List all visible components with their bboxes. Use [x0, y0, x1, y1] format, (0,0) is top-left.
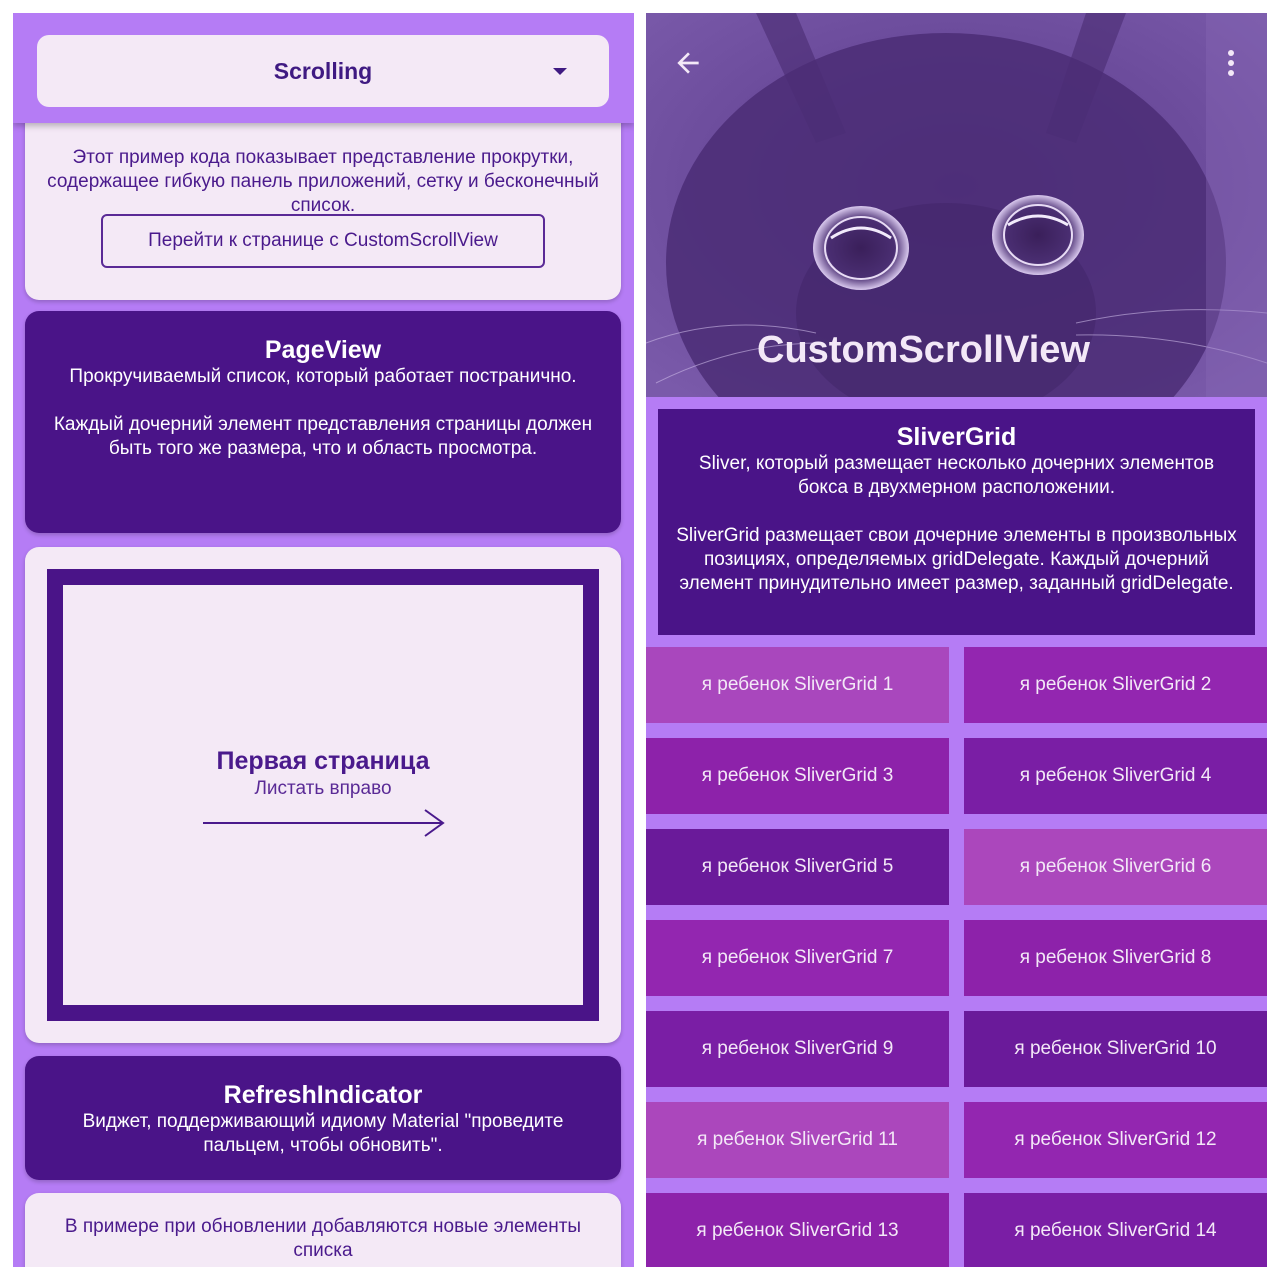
slivergrid-description: Sliver, который размещает несколько доче… — [676, 453, 1237, 594]
refresh-description: Виджет, поддерживающий идиому Material "… — [82, 1111, 564, 1156]
pageview-title: PageView — [264, 336, 382, 364]
refresh-card: RefreshIndicator Виджет, поддерживающий … — [25, 1056, 621, 1180]
grid-item[interactable]: я ребенок SliverGrid 12 — [964, 1102, 1267, 1178]
pageview-page[interactable]: Первая страница Листать вправо — [63, 585, 583, 1005]
pageview-description: Прокручиваемый список, который работает … — [53, 366, 593, 459]
slivergrid-card: SliverGrid Sliver, который размещает нес… — [658, 409, 1255, 635]
more-vert-icon[interactable] — [1223, 49, 1239, 77]
page-subtitle: Листать вправо — [254, 778, 392, 799]
grid-item[interactable]: я ребенок SliverGrid 6 — [964, 829, 1267, 905]
dropdown-label: Scrolling — [273, 57, 373, 84]
left-screen: Scrolling Этот пример кода показывает пр… — [13, 13, 634, 1267]
example-text: В примере при обновлении добавляются нов… — [64, 1216, 582, 1261]
intro-text: Этот пример кода показывает представлени… — [47, 147, 599, 216]
slivergrid-title: SliverGrid — [896, 423, 1017, 451]
section-dropdown[interactable]: Scrolling — [37, 35, 609, 107]
pageview-card: PageView Прокручиваемый список, который … — [25, 311, 621, 533]
grid-item[interactable]: я ребенок SliverGrid 9 — [646, 1011, 949, 1087]
grid-item[interactable]: я ребенок SliverGrid 13 — [646, 1193, 949, 1267]
pageview-demo-card: Первая страница Листать вправо — [25, 547, 621, 1043]
grid-item[interactable]: я ребенок SliverGrid 2 — [964, 647, 1267, 723]
grid-item[interactable]: я ребенок SliverGrid 8 — [964, 920, 1267, 996]
grid-item[interactable]: я ребенок SliverGrid 11 — [646, 1102, 949, 1178]
chevron-down-icon — [553, 68, 567, 75]
grid-item[interactable]: я ребенок SliverGrid 7 — [646, 920, 949, 996]
grid-item[interactable]: я ребенок SliverGrid 3 — [646, 738, 949, 814]
grid-item[interactable]: я ребенок SliverGrid 10 — [964, 1011, 1267, 1087]
grid-item[interactable]: я ребенок SliverGrid 5 — [646, 829, 949, 905]
app-bar: Scrolling — [13, 13, 634, 123]
open-customscrollview-button[interactable]: Перейти к странице с CustomScrollView — [101, 214, 545, 268]
grid-item[interactable]: я ребенок SliverGrid 1 — [646, 647, 949, 723]
example-card: В примере при обновлении добавляются нов… — [25, 1193, 621, 1267]
grid-item[interactable]: я ребенок SliverGrid 4 — [964, 738, 1267, 814]
arrow-right-icon — [203, 809, 445, 837]
pageview-frame[interactable]: Первая страница Листать вправо — [47, 569, 599, 1021]
refresh-title: RefreshIndicator — [223, 1081, 423, 1109]
grid-item[interactable]: я ребенок SliverGrid 14 — [964, 1193, 1267, 1267]
back-arrow-icon[interactable] — [672, 47, 704, 79]
right-screen: CustomScrollView SliverGrid Sliver, кото… — [646, 13, 1267, 1267]
intro-card: Этот пример кода показывает представлени… — [25, 108, 621, 300]
header-title: CustomScrollView — [757, 329, 1090, 371]
flexible-app-bar: CustomScrollView — [646, 13, 1267, 397]
page-title: Первая страница — [216, 747, 430, 775]
